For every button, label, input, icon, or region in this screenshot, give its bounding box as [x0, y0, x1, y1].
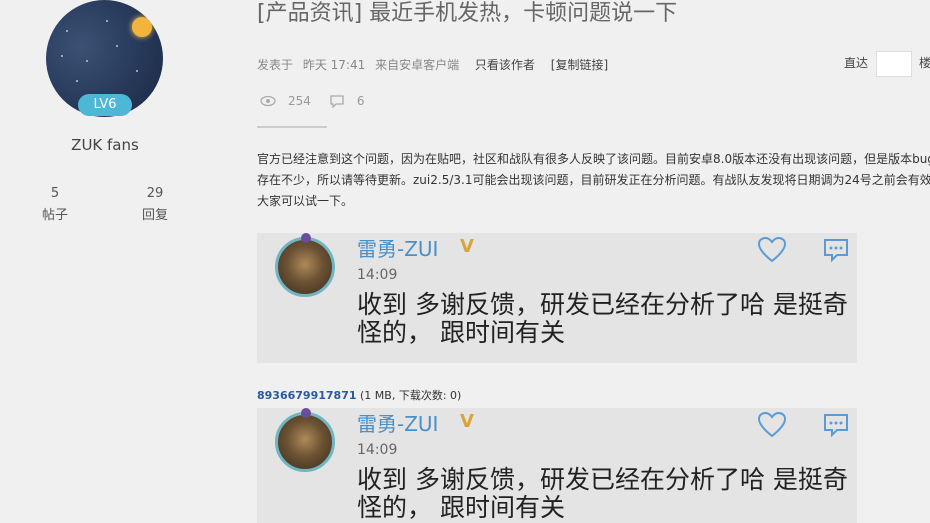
replies-count: 29 [146, 186, 164, 201]
jump-label: 直达 [844, 56, 869, 70]
v-badge-icon: V [460, 236, 474, 257]
post-stats: 254 6 [260, 94, 383, 108]
reply-message: 收到 多谢反馈，研发已经在分析了哈 是挺奇怪的， 跟时间有关 [357, 290, 848, 347]
attachment-link[interactable]: 8936679917871 [257, 389, 357, 402]
chat-bubble-icon [824, 414, 848, 438]
star-graphic [76, 80, 78, 82]
copy-link-button[interactable]: [复制链接] [551, 58, 608, 72]
level-badge: LV6 [78, 94, 132, 116]
floor-label: 楼 [919, 56, 930, 70]
eye-icon [260, 95, 276, 107]
replies-count: 6 [356, 94, 365, 108]
author-profile: LV6 ZUK fans 5 帖子 29 回复 [0, 0, 210, 523]
attachment-info: 8936679917871 (1 MB, 下载次数: 0) [257, 387, 461, 403]
star-graphic [66, 30, 68, 32]
posted-prefix: 发表于 [257, 58, 294, 72]
username[interactable]: ZUK fans [0, 136, 210, 154]
replies-label: 回复 [141, 208, 168, 223]
heart-icon [757, 411, 787, 438]
reply-time: 14:09 [357, 442, 398, 458]
posts-label: 帖子 [41, 208, 68, 223]
star-graphic [136, 70, 138, 72]
post-meta: 发表于 昨天 17:41 来自安卓客户端 只看该作者 [复制链接] [257, 56, 614, 73]
moon-graphic [132, 17, 152, 37]
star-graphic [106, 20, 108, 22]
star-graphic [116, 45, 118, 47]
jump-floor-input[interactable] [876, 51, 912, 77]
chat-bubble-icon [824, 239, 848, 263]
posts-stat[interactable]: 5 帖子 [25, 183, 85, 227]
posted-from: 来自安卓客户端 [375, 58, 460, 72]
avatar [275, 237, 335, 297]
replies-stat[interactable]: 29 回复 [125, 183, 185, 227]
reply-time: 14:09 [357, 267, 398, 283]
reply-message: 收到 多谢反馈，研发已经在分析了哈 是挺奇怪的， 跟时间有关 [357, 465, 848, 522]
posted-time: 昨天 17:41 [302, 58, 366, 72]
reply-author: 雷勇-ZUI [357, 412, 439, 436]
reply-author: 雷勇-ZUI [357, 237, 439, 261]
avatar-badge-icon [301, 233, 311, 243]
only-author-link[interactable]: 只看该作者 [475, 58, 535, 72]
avatar-badge-icon [301, 408, 311, 418]
posts-count: 5 [50, 186, 60, 201]
star-graphic [86, 60, 88, 62]
heart-icon [757, 236, 787, 263]
v-badge-icon: V [460, 411, 474, 432]
post-title: [产品资讯] 最近手机发热，卡顿问题说一下 [257, 1, 678, 26]
avatar [275, 412, 335, 472]
star-graphic [61, 55, 63, 57]
embedded-reply-screenshot: 雷勇-ZUI V 14:09 收到 多谢反馈，研发已经在分析了哈 是挺奇怪的， … [257, 233, 857, 363]
attachment-meta: (1 MB, 下载次数: 0) [360, 389, 462, 402]
comment-icon [330, 95, 344, 108]
divider [257, 126, 327, 128]
embedded-reply-screenshot: 雷勇-ZUI V 14:09 收到 多谢反馈，研发已经在分析了哈 是挺奇怪的， … [257, 408, 857, 523]
views-count: 254 [288, 94, 311, 108]
post-body: 官方已经注意到这个问题，因为在贴吧，社区和战队有很多人反映了该问题。目前安卓8.… [257, 152, 930, 208]
